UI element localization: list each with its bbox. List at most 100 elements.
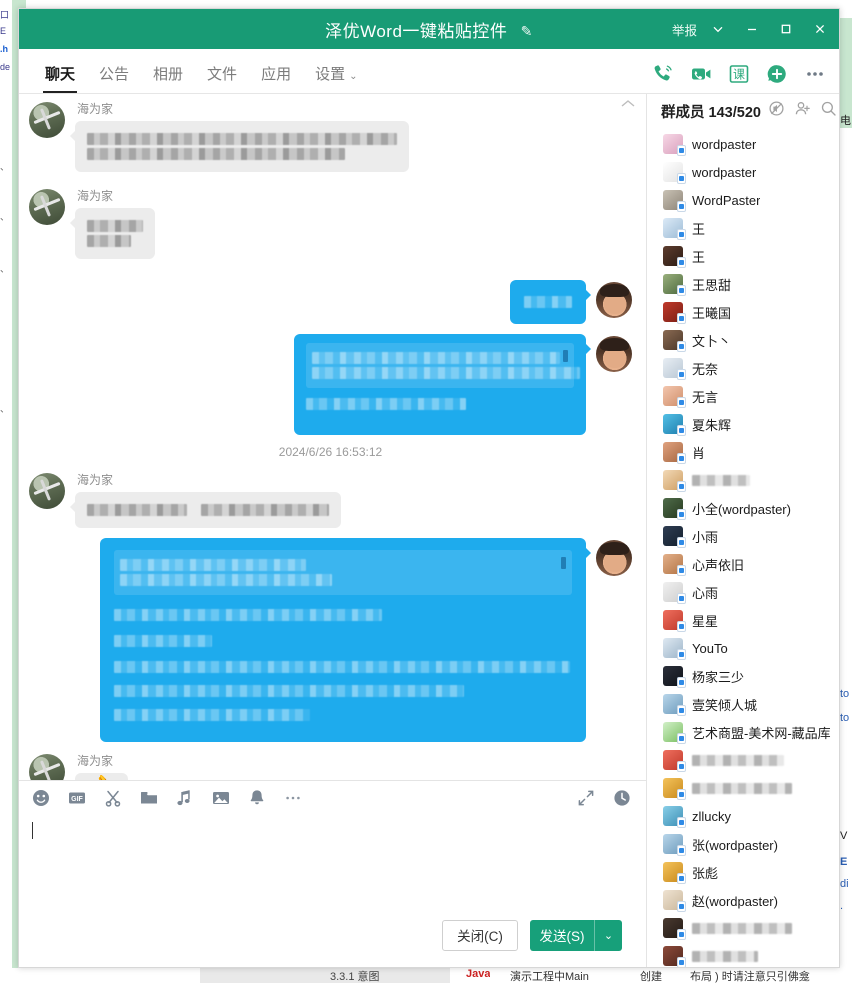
member-list-item[interactable]: 壹笑倾人城 bbox=[647, 690, 839, 718]
report-button[interactable]: 举报 bbox=[664, 20, 701, 39]
send-button[interactable]: 发送(S) bbox=[530, 919, 594, 951]
voice-call-icon[interactable] bbox=[651, 62, 675, 86]
message-input[interactable] bbox=[19, 815, 646, 911]
member-list-item[interactable]: 心雨 bbox=[647, 578, 839, 606]
member-list-item[interactable]: YouTo bbox=[647, 634, 839, 662]
message-bubble[interactable] bbox=[510, 280, 591, 324]
bg-text-fragment: 、 bbox=[0, 264, 10, 274]
member-list-item[interactable] bbox=[647, 942, 839, 967]
member-list-item[interactable]: 张彪 bbox=[647, 858, 839, 886]
member-list-item[interactable]: 王 bbox=[647, 242, 839, 270]
close-icon[interactable] bbox=[803, 9, 837, 49]
member-list-item[interactable]: 心声依旧 bbox=[647, 550, 839, 578]
send-options-chevron-down-icon[interactable]: ⌄ bbox=[594, 919, 622, 951]
member-list-item[interactable] bbox=[647, 774, 839, 802]
member-list-item[interactable] bbox=[647, 746, 839, 774]
scissors-icon[interactable] bbox=[103, 788, 123, 808]
member-list-item[interactable]: 张(wordpaster) bbox=[647, 830, 839, 858]
more-icon[interactable] bbox=[803, 62, 827, 86]
member-list[interactable]: wordpaster wordpaster WordPaster 王王王思甜 王曦国 文卜… bbox=[647, 128, 839, 967]
video-call-icon[interactable] bbox=[689, 62, 713, 86]
message-bubble[interactable] bbox=[70, 208, 155, 259]
member-list-item[interactable]: WordPaster bbox=[647, 186, 839, 214]
bg-text-fragment: 、 bbox=[0, 404, 10, 414]
member-list-item[interactable]: wordpaster bbox=[647, 130, 839, 158]
member-list-item[interactable]: 王思甜 bbox=[647, 270, 839, 298]
member-list-item[interactable] bbox=[647, 914, 839, 942]
message-body: 海为家 bbox=[70, 471, 341, 528]
member-list-item[interactable]: 星星 bbox=[647, 606, 839, 634]
message-bubble[interactable] bbox=[294, 334, 591, 435]
emoji-icon[interactable] bbox=[31, 788, 51, 808]
avatar[interactable] bbox=[596, 282, 632, 318]
member-list-item[interactable]: 艺术商盟-美术网-藏品库- bbox=[647, 718, 839, 746]
mobile-online-badge-icon bbox=[677, 761, 686, 772]
tab-apps[interactable]: 应用 bbox=[249, 63, 303, 93]
mobile-online-badge-icon bbox=[677, 425, 686, 436]
avatar[interactable] bbox=[29, 102, 65, 138]
avatar[interactable] bbox=[29, 754, 65, 780]
window-body: 海为家 海为家 2024/6/26 16:53:12 海为家 海为家 GIF 关… bbox=[19, 94, 839, 967]
member-avatar bbox=[663, 274, 686, 296]
member-list-item[interactable]: 王 bbox=[647, 214, 839, 242]
message-bubble[interactable] bbox=[70, 121, 409, 172]
tab-files[interactable]: 文件 bbox=[195, 63, 249, 93]
member-list-item[interactable]: 肖 bbox=[647, 438, 839, 466]
message-bubble[interactable] bbox=[100, 538, 591, 742]
search-icon[interactable] bbox=[820, 100, 837, 122]
member-list-item[interactable]: zllucky bbox=[647, 802, 839, 830]
minimize-icon[interactable] bbox=[735, 9, 769, 49]
message-bubble[interactable] bbox=[70, 492, 341, 528]
pin-marker bbox=[561, 557, 566, 569]
more-icon[interactable] bbox=[283, 788, 303, 808]
avatar[interactable] bbox=[596, 540, 632, 576]
music-icon[interactable] bbox=[175, 788, 195, 808]
member-avatar bbox=[663, 582, 686, 604]
member-list-item[interactable]: 无言 bbox=[647, 382, 839, 410]
pencil-icon[interactable]: ✎ bbox=[521, 23, 533, 40]
class-icon[interactable]: 课 bbox=[727, 62, 751, 86]
member-list-item[interactable]: 夏朱辉 bbox=[647, 410, 839, 438]
member-name: WordPaster bbox=[692, 192, 761, 208]
bell-icon[interactable] bbox=[247, 788, 267, 808]
tab-settings[interactable]: 设置 ⌄ bbox=[303, 63, 369, 93]
member-list-item[interactable]: 无奈 bbox=[647, 354, 839, 382]
history-icon[interactable] bbox=[612, 788, 632, 808]
image-icon[interactable] bbox=[211, 788, 231, 808]
member-list-item[interactable]: 文卜丶 bbox=[647, 326, 839, 354]
member-list-item[interactable]: 王曦国 bbox=[647, 298, 839, 326]
close-button[interactable]: 关闭(C) bbox=[442, 919, 518, 951]
chevron-down-icon[interactable] bbox=[701, 9, 735, 49]
member-name: 小雨 bbox=[692, 529, 719, 545]
member-name: 赵(wordpaster) bbox=[692, 893, 778, 909]
time-divider: 2024/6/26 16:53:12 bbox=[278, 445, 383, 459]
member-list-item[interactable]: 小全(wordpaster) bbox=[647, 494, 839, 522]
add-member-icon[interactable] bbox=[794, 100, 811, 122]
member-list-item[interactable]: 赵(wordpaster) bbox=[647, 886, 839, 914]
member-list-item[interactable]: 小雨 bbox=[647, 522, 839, 550]
mobile-online-badge-icon bbox=[677, 845, 686, 856]
expand-icon[interactable] bbox=[576, 788, 596, 808]
message-bubble-sticker[interactable]: 👌 bbox=[75, 773, 129, 780]
member-list-item[interactable]: wordpaster bbox=[647, 158, 839, 186]
censored-text-line bbox=[114, 609, 382, 621]
avatar[interactable] bbox=[29, 189, 65, 225]
member-list-item[interactable] bbox=[647, 466, 839, 494]
member-name: 心声依旧 bbox=[692, 557, 745, 573]
mobile-online-badge-icon bbox=[677, 145, 686, 156]
avatar[interactable] bbox=[29, 473, 65, 509]
folder-icon[interactable] bbox=[139, 788, 159, 808]
gif-icon[interactable]: GIF bbox=[67, 788, 87, 808]
censored-text-line bbox=[312, 352, 560, 364]
bg-text-fragment: 电 bbox=[840, 115, 851, 127]
add-icon[interactable] bbox=[765, 62, 789, 86]
message-list[interactable]: 海为家 海为家 2024/6/26 16:53:12 海为家 海为家 bbox=[19, 94, 646, 780]
tab-chat[interactable]: 聊天 bbox=[33, 63, 87, 93]
chevron-up-icon[interactable] bbox=[620, 97, 636, 111]
mute-icon[interactable] bbox=[768, 100, 785, 122]
member-list-item[interactable]: 杨家三少 bbox=[647, 662, 839, 690]
avatar[interactable] bbox=[596, 336, 632, 372]
maximize-icon[interactable] bbox=[769, 9, 803, 49]
tab-album[interactable]: 相册 bbox=[141, 63, 195, 93]
tab-announcement[interactable]: 公告 bbox=[87, 63, 141, 93]
